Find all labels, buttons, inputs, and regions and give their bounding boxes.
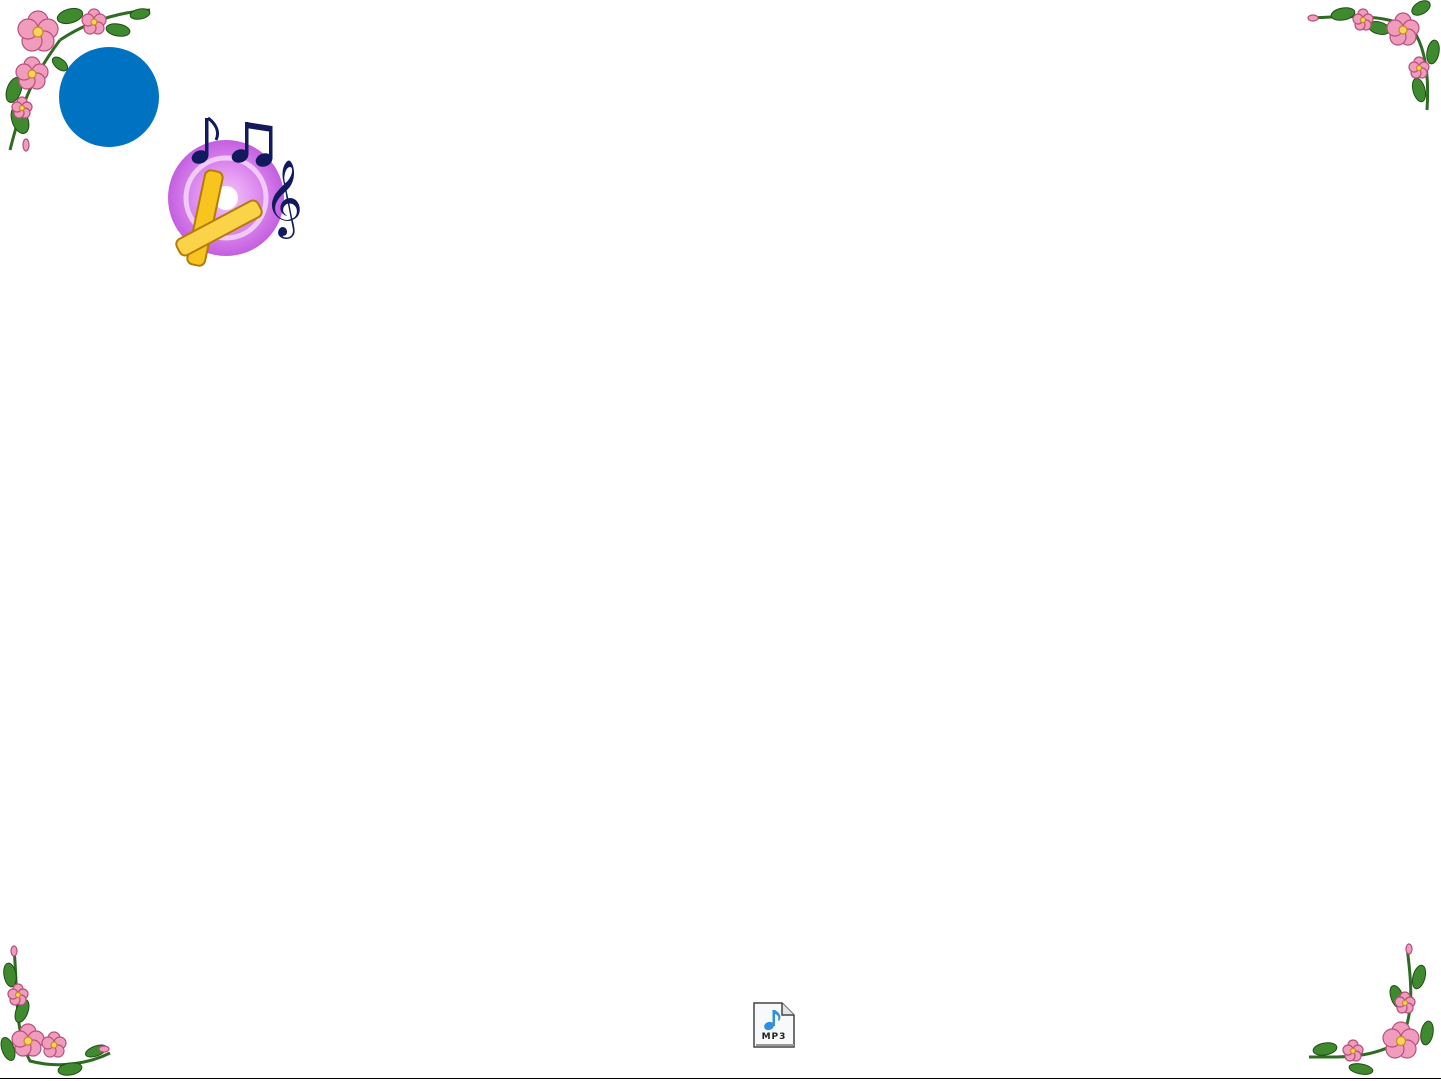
treble-clef-glyph: 𝄞	[264, 159, 303, 239]
flower-corner-top-right-icon	[1307, 0, 1440, 111]
music-notes-cd-icon: 𝄞	[168, 116, 303, 267]
flower-corner-bottom-left-icon	[0, 945, 111, 1076]
blue-accent-circle	[59, 47, 159, 147]
mp3-audio-button[interactable]: MP3	[749, 1000, 799, 1050]
mp3-label: MP3	[761, 1032, 787, 1042]
flower-corner-bottom-right-icon	[1308, 943, 1434, 1075]
mp3-file-icon	[753, 1002, 795, 1048]
bottom-divider	[0, 1078, 1441, 1079]
slide-canvas: 𝄞 MP3	[0, 0, 1441, 1081]
